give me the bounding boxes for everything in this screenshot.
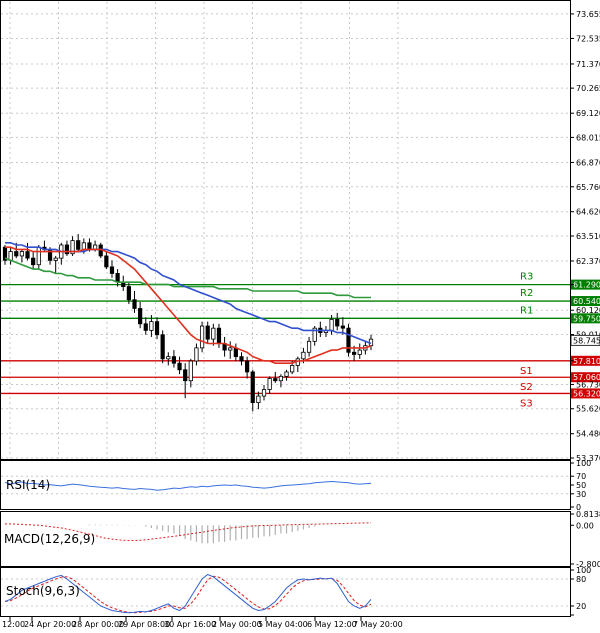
level-name-s3: S3 [520,398,533,409]
main-price-panel [0,0,571,460]
candle-body [357,349,362,355]
candle-body [256,395,261,404]
y-tick-label: 63.510 [576,232,600,241]
trading-chart: R361.290R260.540R159.750S157.810S257.060… [0,0,600,629]
candle-body [132,299,137,309]
x-tick-label: 28 Apr 00:00 [72,620,124,629]
x-tick-label: 2 May 00:00 [212,620,262,629]
candle-body [64,244,70,255]
stoch-panel [0,567,571,617]
level-name-r3: R3 [520,272,533,283]
candle-body [177,362,182,371]
candle-body [81,242,86,250]
candle-body [352,351,357,355]
y-tick-label: 69.120 [576,109,600,118]
y-tick-label: 56.730 [576,380,600,389]
candle-body [194,347,199,362]
candle-body [109,266,115,274]
x-tick-label: 30 Apr 16:00 [164,620,216,629]
candle-body [306,340,312,353]
candle-body [273,378,278,382]
candle-body [245,360,250,373]
candle-body [138,308,143,325]
y-tick-label: 64.620 [576,208,600,217]
stoch-y-tick-label: 100 [576,566,591,575]
candle-body [216,327,222,344]
level-name-r2: R2 [520,288,533,299]
candle-body [31,257,36,266]
candle-body [329,319,334,331]
candle-body [76,240,81,250]
candle-body [14,251,19,257]
macd-y-tick-label: 0.8138 [576,510,600,519]
y-tick-label: 65.760 [576,183,600,192]
level-price-label: 57.810 [573,357,600,366]
candle-body [149,321,154,331]
y-tick-label: 68.015 [576,133,600,142]
last-price-label: 58.745 [573,336,600,345]
y-tick-label: 73.655 [576,10,600,19]
x-tick-label: 5 May 04:00 [258,620,308,629]
candle-body [335,319,340,327]
candle-body [261,389,267,397]
level-name-r1: R1 [520,305,533,316]
candle-body [340,325,345,329]
candle-body [290,364,295,373]
candle-body [126,286,131,301]
x-tick-label: 24 Apr 20:00 [24,620,76,629]
candle-body [36,246,41,266]
y-tick-label: 66.870 [576,158,600,167]
time-axis: 12:0024 Apr 20:0028 Apr 00:0029 Apr 08:0… [2,617,403,629]
x-tick-label: 6 May 12:00 [307,620,357,629]
rsi-y-tick-label: 50 [576,481,586,490]
y-tick-label: 54.480 [576,430,600,439]
candle-body [278,375,284,382]
candle-body [87,242,92,250]
stoch-y-tick-label: 20 [576,602,586,611]
candle-body [250,371,255,404]
candle-body [154,321,160,336]
candle-body [25,251,30,259]
candle-body [199,325,205,349]
candle-body [166,356,171,360]
macd-label: MACD(12,26,9) [4,532,95,546]
rsi-y-tick-label: 100 [576,459,591,468]
stoch-label: Stoch(9,6,3) [6,584,80,598]
candle-body [104,255,109,268]
y-tick-label: 55.620 [576,405,600,414]
macd-y-tick-label: 0.00 [576,521,594,530]
level-price-label: 56.320 [573,389,600,398]
rsi-y-tick-label: 70 [576,472,586,481]
rsi-label: RSI(14) [6,478,50,492]
candle-body [171,356,177,364]
candle-body [228,347,233,351]
candle-body [239,356,244,362]
candle-body [183,369,188,382]
rsi-y-tick-label: 30 [576,490,586,499]
level-price-label: 60.540 [573,297,600,306]
y-tick-label: 72.535 [576,34,600,43]
candle-body [160,334,165,360]
candle-body [267,378,272,390]
level-name-s1: S1 [520,366,533,377]
candle-body [211,327,216,340]
candle-body [301,351,306,360]
candle-body [143,323,148,331]
level-price-label: 59.750 [573,314,600,323]
candle-body [205,325,210,340]
y-tick-label: 60.120 [576,306,600,315]
y-tick-label: 71.370 [576,60,600,69]
x-tick-label: 7 May 20:00 [353,620,403,629]
candle-body [53,257,58,261]
y-tick-label: 70.265 [576,84,600,93]
level-price-label: 61.290 [573,281,600,290]
stoch-y-tick-label: 80 [576,575,586,584]
y-tick-label: 62.370 [576,257,600,266]
x-tick-label: 12:00 [2,620,25,629]
x-tick-label: 29 Apr 08:00 [118,620,170,629]
candle-body [19,251,24,257]
candle-body [188,360,193,382]
candle-body [284,371,289,377]
level-name-s2: S2 [520,382,533,393]
